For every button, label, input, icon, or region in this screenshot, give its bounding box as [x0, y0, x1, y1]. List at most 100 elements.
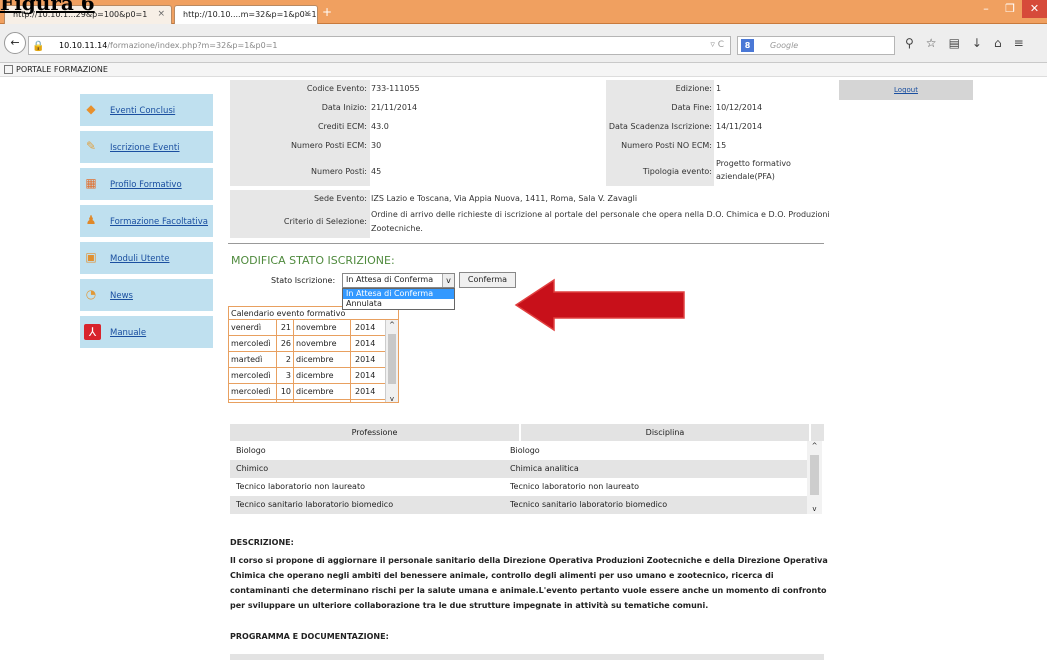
posti-no-ecm-value: 15	[716, 141, 727, 150]
stato-selected-value: In Attesa di Conferma	[346, 275, 434, 284]
search-bar[interactable]: 8 Google	[737, 36, 895, 55]
posti-ecm-value: 30	[371, 141, 382, 150]
google-icon: 8	[741, 39, 754, 52]
professioni-table: Professione Disciplina Biologo Biologo Ch…	[230, 424, 824, 514]
search-placeholder: Google	[770, 41, 799, 50]
scroll-down-icon[interactable]: v	[386, 395, 398, 402]
calendar-row: venerdì 21 novembre 2014	[229, 320, 398, 336]
calendar-row: mercoledì 10 dicembre 2014	[229, 384, 398, 400]
table-row: Tecnico laboratorio non laureato Tecnico …	[236, 482, 639, 491]
scroll-thumb[interactable]	[388, 334, 396, 384]
sidebar-item-label[interactable]: Formazione Facoltativa	[110, 217, 208, 227]
restore-icon[interactable]: ❐	[999, 0, 1021, 18]
back-button[interactable]: ←	[4, 32, 26, 54]
data-fine-value: 10/12/2014	[716, 103, 763, 112]
table-row: Tecnico sanitario laboratorio biomedico T…	[230, 496, 807, 514]
scadenza-value: 14/11/2014	[716, 122, 763, 131]
calendar-row: mercoledì 3 dicembre 2014	[229, 368, 398, 384]
codice-label: Codice Evento:	[306, 84, 367, 93]
sidebar-item-profilo-formativo[interactable]: ▦ Profilo Formativo	[80, 168, 213, 202]
sidebar-item-eventi-conclusi[interactable]: ◆ Eventi Conclusi	[80, 94, 213, 128]
professioni-scrollbar[interactable]: ^ v	[807, 441, 822, 514]
table-row: Biologo Biologo	[236, 446, 540, 455]
clipboard-icon: ▣	[85, 250, 97, 264]
sidebar-item-label[interactable]: News	[110, 291, 133, 301]
sidebar-item-label[interactable]: Moduli Utente	[110, 254, 169, 264]
calendar-scrollbar[interactable]: ^ v	[385, 320, 398, 402]
criterio-value-2: Zootecniche.	[371, 224, 423, 233]
sidebar-item-formazione-facoltativa[interactable]: ♟ Formazione Facoltativa	[80, 205, 213, 239]
calendar-row: mercoledì 26 novembre 2014	[229, 336, 398, 352]
modifica-stato-title: MODIFICA STATO ISCRIZIONE:	[231, 254, 395, 267]
rss-icon: ◔	[85, 287, 97, 301]
star-icon[interactable]: ☆	[926, 36, 949, 50]
pdf-icon: ⅄	[84, 324, 101, 340]
close-tab-icon[interactable]: ×	[157, 9, 165, 19]
scroll-down-icon[interactable]: v	[807, 505, 822, 513]
descrizione-title: DESCRIZIONE:	[230, 538, 294, 547]
pencil-icon: ✎	[85, 139, 97, 153]
figure-label: Figura 6	[0, 0, 95, 15]
dropdown-option[interactable]: In Attesa di Conferma	[343, 289, 454, 299]
tab-2[interactable]: http://10.10....m=32&p=1&p0=1 ×	[174, 5, 318, 24]
table-row: Chimico Chimica analitica	[230, 460, 807, 478]
calendar-table: Calendario evento formativo venerdì 21 nov…	[228, 306, 399, 403]
chart-icon: ▦	[85, 176, 97, 190]
sidebar-item-label[interactable]: Profilo Formativo	[110, 180, 182, 190]
new-tab-button[interactable]: +	[322, 5, 332, 19]
crediti-value: 43.0	[371, 122, 389, 131]
sidebar-item-label[interactable]: Iscrizione Eventi	[110, 143, 180, 153]
edizione-label: Edizione:	[675, 84, 712, 93]
globe-icon: 🔒	[32, 41, 45, 52]
scroll-thumb[interactable]	[810, 455, 819, 495]
close-tab-icon[interactable]: ×	[303, 9, 311, 19]
posti-no-ecm-label: Numero Posti NO ECM:	[621, 141, 712, 150]
menu-icon[interactable]: ≡	[1014, 36, 1036, 50]
minimize-icon[interactable]: –	[975, 0, 997, 18]
column-header-professione: Professione	[230, 424, 519, 441]
window-close-icon[interactable]: ✕	[1022, 0, 1047, 18]
sede-label: Sede Evento:	[313, 194, 367, 203]
scroll-up-icon[interactable]: ^	[386, 321, 398, 329]
sidebar-item-iscrizione-eventi[interactable]: ✎ Iscrizione Eventi	[80, 131, 213, 165]
tab-bar: http://10.10.1...29&p=100&p0=1 × http://…	[0, 0, 1047, 24]
posti-label: Numero Posti:	[311, 167, 367, 176]
scroll-up-icon[interactable]: ^	[807, 442, 822, 450]
tab-2-title: http://10.10....m=32&p=1&p0=1	[183, 10, 317, 19]
stato-dropdown: In Attesa di Conferma Annulata	[342, 288, 455, 310]
home-icon[interactable]: ⌂	[994, 36, 1014, 50]
bookmarks-icon[interactable]: ▤	[949, 36, 972, 50]
conferma-button[interactable]: Conferma	[459, 272, 516, 288]
url-bar[interactable]: 🔒 10.10.11.14/formazione/index.php?m=32&…	[28, 36, 731, 55]
sidebar-item-moduli-utente[interactable]: ▣ Moduli Utente	[80, 242, 213, 276]
sidebar-item-manuale[interactable]: ⅄ Manuale	[80, 316, 213, 350]
tipologia-label: Tipologia evento:	[642, 167, 712, 176]
reload-icon[interactable]: ▿ C	[710, 37, 724, 54]
bell-icon: ◆	[86, 102, 96, 116]
crediti-label: Crediti ECM:	[317, 122, 367, 131]
dropdown-option[interactable]: Annulata	[343, 299, 454, 309]
sidebar-item-label[interactable]: Manuale	[110, 328, 146, 338]
stato-iscrizione-label: Stato Iscrizione:	[271, 276, 336, 285]
download-icon[interactable]: ↓	[972, 36, 994, 50]
descrizione-text: Il corso si propone di aggiornare il per…	[230, 556, 828, 610]
criterio-value-1: Ordine di arrivo delle richieste di iscr…	[371, 210, 830, 219]
tipologia-value-1: Progetto formativo	[716, 159, 791, 168]
tipologia-value-2: aziendale(PFA)	[716, 172, 775, 181]
stato-iscrizione-select[interactable]: In Attesa di Conferma v	[342, 273, 455, 288]
chevron-down-icon[interactable]: v	[442, 274, 454, 287]
red-arrow-annotation	[514, 278, 685, 332]
bookmark-portale[interactable]: PORTALE FORMAZIONE	[16, 65, 108, 74]
sede-value: IZS Lazio e Toscana, Via Appia Nuova, 14…	[371, 194, 638, 203]
navigation-bar: ← 🔒 10.10.11.14/formazione/index.php?m=3…	[0, 24, 1047, 63]
sidebar-item-news[interactable]: ◔ News	[80, 279, 213, 313]
bookmark-icon	[4, 65, 13, 74]
search-icon[interactable]: ⚲	[905, 36, 926, 50]
calendar-row: martedì 2 dicembre 2014	[229, 352, 398, 368]
criterio-label: Criterio di Selezione:	[283, 217, 367, 226]
sidebar-item-label[interactable]: Eventi Conclusi	[110, 106, 175, 116]
logout-link[interactable]: Logout	[839, 80, 973, 100]
column-header-disciplina: Disciplina	[521, 424, 809, 441]
bookmarks-bar: PORTALE FORMAZIONE	[0, 63, 1047, 77]
edizione-value: 1	[716, 84, 722, 93]
